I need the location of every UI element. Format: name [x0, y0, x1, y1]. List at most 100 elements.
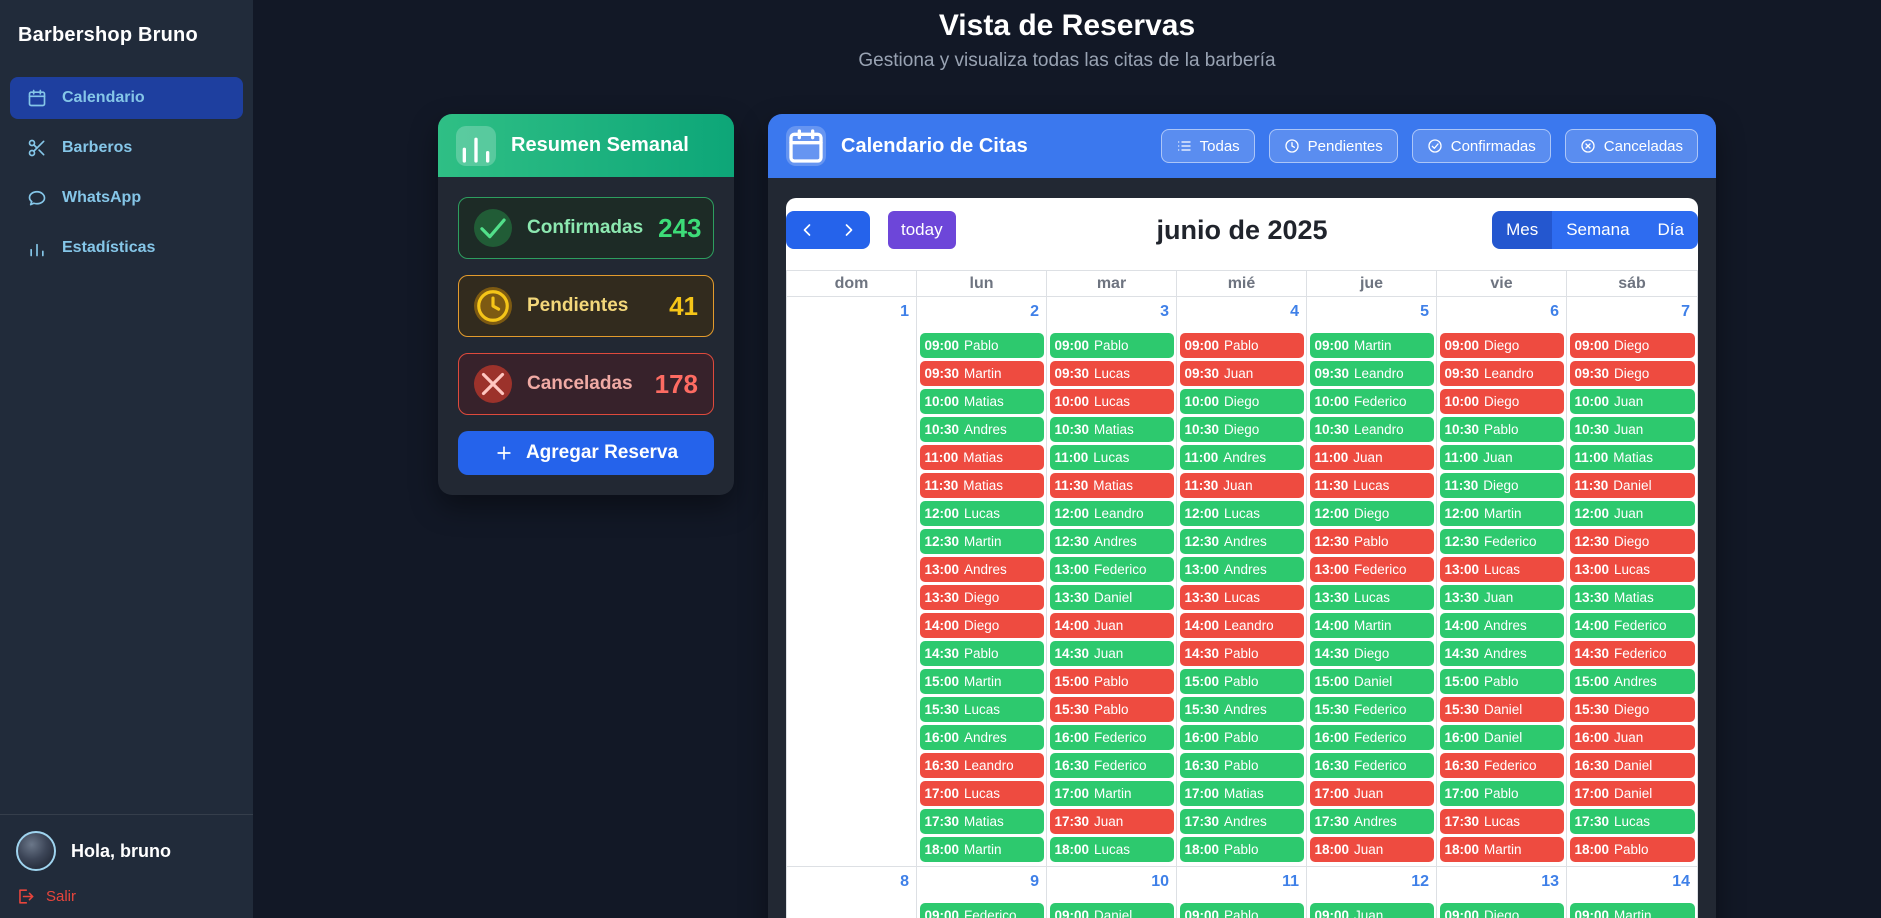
event-pill[interactable]: 18:00Martin	[1440, 837, 1564, 862]
event-pill[interactable]: 18:00Pablo	[1180, 837, 1304, 862]
event-pill[interactable]: 14:30Diego	[1310, 641, 1434, 666]
event-pill[interactable]: 11:00Matias	[920, 445, 1044, 470]
event-pill[interactable]: 17:30Lucas	[1440, 809, 1564, 834]
event-pill[interactable]: 16:00Daniel	[1440, 725, 1564, 750]
view-button-mes[interactable]: Mes	[1492, 211, 1552, 249]
event-pill[interactable]: 14:30Pablo	[920, 641, 1044, 666]
event-pill[interactable]: 16:00Federico	[1310, 725, 1434, 750]
event-pill[interactable]: 16:30Daniel	[1570, 753, 1695, 778]
event-pill[interactable]: 09:00Federico	[920, 903, 1044, 918]
event-pill[interactable]: 17:00Pablo	[1440, 781, 1564, 806]
event-pill[interactable]: 13:30Juan	[1440, 585, 1564, 610]
event-pill[interactable]: 16:00Andres	[920, 725, 1044, 750]
event-pill[interactable]: 13:00Lucas	[1440, 557, 1564, 582]
event-pill[interactable]: 11:30Diego	[1440, 473, 1564, 498]
filter-button-confirmadas[interactable]: Confirmadas	[1412, 129, 1551, 163]
event-pill[interactable]: 13:30Daniel	[1050, 585, 1174, 610]
event-pill[interactable]: 10:30Matias	[1050, 417, 1174, 442]
day-cell[interactable]: 609:00Diego09:30Leandro10:00Diego10:30Pa…	[1437, 297, 1567, 866]
event-pill[interactable]: 14:00Andres	[1440, 613, 1564, 638]
event-pill[interactable]: 11:00Juan	[1310, 445, 1434, 470]
event-pill[interactable]: 13:30Lucas	[1180, 585, 1304, 610]
event-pill[interactable]: 14:00Diego	[920, 613, 1044, 638]
day-cell[interactable]: 1	[787, 297, 917, 866]
event-pill[interactable]: 17:30Andres	[1310, 809, 1434, 834]
filter-button-todas[interactable]: Todas	[1161, 129, 1255, 163]
event-pill[interactable]: 14:30Federico	[1570, 641, 1695, 666]
event-pill[interactable]: 16:30Federico	[1310, 753, 1434, 778]
event-pill[interactable]: 18:00Juan	[1310, 837, 1434, 862]
event-pill[interactable]: 16:00Pablo	[1180, 725, 1304, 750]
event-pill[interactable]: 13:30Matias	[1570, 585, 1695, 610]
event-pill[interactable]: 10:30Juan	[1570, 417, 1695, 442]
event-pill[interactable]: 09:00Diego	[1440, 903, 1564, 918]
event-pill[interactable]: 12:00Lucas	[1180, 501, 1304, 526]
event-pill[interactable]: 09:00Pablo	[920, 333, 1044, 358]
event-pill[interactable]: 09:00Martin	[1310, 333, 1434, 358]
event-pill[interactable]: 12:30Martin	[920, 529, 1044, 554]
event-pill[interactable]: 09:00Diego	[1570, 333, 1695, 358]
event-pill[interactable]: 09:30Leandro	[1440, 361, 1564, 386]
event-pill[interactable]: 17:00Martin	[1050, 781, 1174, 806]
event-pill[interactable]: 17:00Juan	[1310, 781, 1434, 806]
day-cell[interactable]: 909:00Federico	[917, 867, 1047, 918]
event-pill[interactable]: 13:30Diego	[920, 585, 1044, 610]
event-pill[interactable]: 16:00Juan	[1570, 725, 1695, 750]
event-pill[interactable]: 10:00Juan	[1570, 389, 1695, 414]
event-pill[interactable]: 12:30Andres	[1050, 529, 1174, 554]
event-pill[interactable]: 14:00Leandro	[1180, 613, 1304, 638]
event-pill[interactable]: 15:30Diego	[1570, 697, 1695, 722]
day-cell[interactable]: 1309:00Diego	[1437, 867, 1567, 918]
day-cell[interactable]: 509:00Martin09:30Leandro10:00Federico10:…	[1307, 297, 1437, 866]
event-pill[interactable]: 18:00Martin	[920, 837, 1044, 862]
event-pill[interactable]: 11:00Lucas	[1050, 445, 1174, 470]
event-pill[interactable]: 10:30Andres	[920, 417, 1044, 442]
event-pill[interactable]: 17:30Lucas	[1570, 809, 1695, 834]
event-pill[interactable]: 16:30Leandro	[920, 753, 1044, 778]
event-pill[interactable]: 14:30Juan	[1050, 641, 1174, 666]
event-pill[interactable]: 15:00Martin	[920, 669, 1044, 694]
next-month-button[interactable]	[828, 211, 870, 249]
add-reservation-button[interactable]: Agregar Reserva	[458, 431, 714, 475]
event-pill[interactable]: 14:00Martin	[1310, 613, 1434, 638]
day-cell[interactable]: 309:00Pablo09:30Lucas10:00Lucas10:30Mati…	[1047, 297, 1177, 866]
event-pill[interactable]: 14:30Pablo	[1180, 641, 1304, 666]
day-cell[interactable]: 1109:00Pablo	[1177, 867, 1307, 918]
event-pill[interactable]: 12:30Federico	[1440, 529, 1564, 554]
event-pill[interactable]: 15:00Daniel	[1310, 669, 1434, 694]
event-pill[interactable]: 09:30Martin	[920, 361, 1044, 386]
event-pill[interactable]: 12:00Juan	[1570, 501, 1695, 526]
event-pill[interactable]: 11:00Andres	[1180, 445, 1304, 470]
event-pill[interactable]: 17:00Matias	[1180, 781, 1304, 806]
event-pill[interactable]: 12:00Martin	[1440, 501, 1564, 526]
event-pill[interactable]: 12:30Diego	[1570, 529, 1695, 554]
day-cell[interactable]: 409:00Pablo09:30Juan10:00Diego10:30Diego…	[1177, 297, 1307, 866]
sidebar-item-estadisticas[interactable]: Estadísticas	[10, 227, 243, 269]
event-pill[interactable]: 16:30Federico	[1050, 753, 1174, 778]
event-pill[interactable]: 15:30Daniel	[1440, 697, 1564, 722]
event-pill[interactable]: 10:30Leandro	[1310, 417, 1434, 442]
event-pill[interactable]: 15:00Pablo	[1050, 669, 1174, 694]
event-pill[interactable]: 12:00Lucas	[920, 501, 1044, 526]
event-pill[interactable]: 09:00Martin	[1570, 903, 1695, 918]
event-pill[interactable]: 15:00Pablo	[1180, 669, 1304, 694]
event-pill[interactable]: 11:30Daniel	[1570, 473, 1695, 498]
event-pill[interactable]: 13:00Federico	[1310, 557, 1434, 582]
event-pill[interactable]: 09:00Daniel	[1050, 903, 1174, 918]
event-pill[interactable]: 11:30Lucas	[1310, 473, 1434, 498]
event-pill[interactable]: 12:00Leandro	[1050, 501, 1174, 526]
event-pill[interactable]: 09:00Pablo	[1180, 903, 1304, 918]
day-cell[interactable]: 8	[787, 867, 917, 918]
day-cell[interactable]: 1009:00Daniel	[1047, 867, 1177, 918]
event-pill[interactable]: 16:30Pablo	[1180, 753, 1304, 778]
event-pill[interactable]: 09:00Juan	[1310, 903, 1434, 918]
event-pill[interactable]: 13:00Andres	[1180, 557, 1304, 582]
event-pill[interactable]: 16:30Federico	[1440, 753, 1564, 778]
event-pill[interactable]: 16:00Federico	[1050, 725, 1174, 750]
event-pill[interactable]: 11:00Matias	[1570, 445, 1695, 470]
event-pill[interactable]: 14:30Andres	[1440, 641, 1564, 666]
event-pill[interactable]: 18:00Lucas	[1050, 837, 1174, 862]
day-cell[interactable]: 1409:00Martin	[1567, 867, 1697, 918]
event-pill[interactable]: 10:00Diego	[1440, 389, 1564, 414]
event-pill[interactable]: 13:00Lucas	[1570, 557, 1695, 582]
